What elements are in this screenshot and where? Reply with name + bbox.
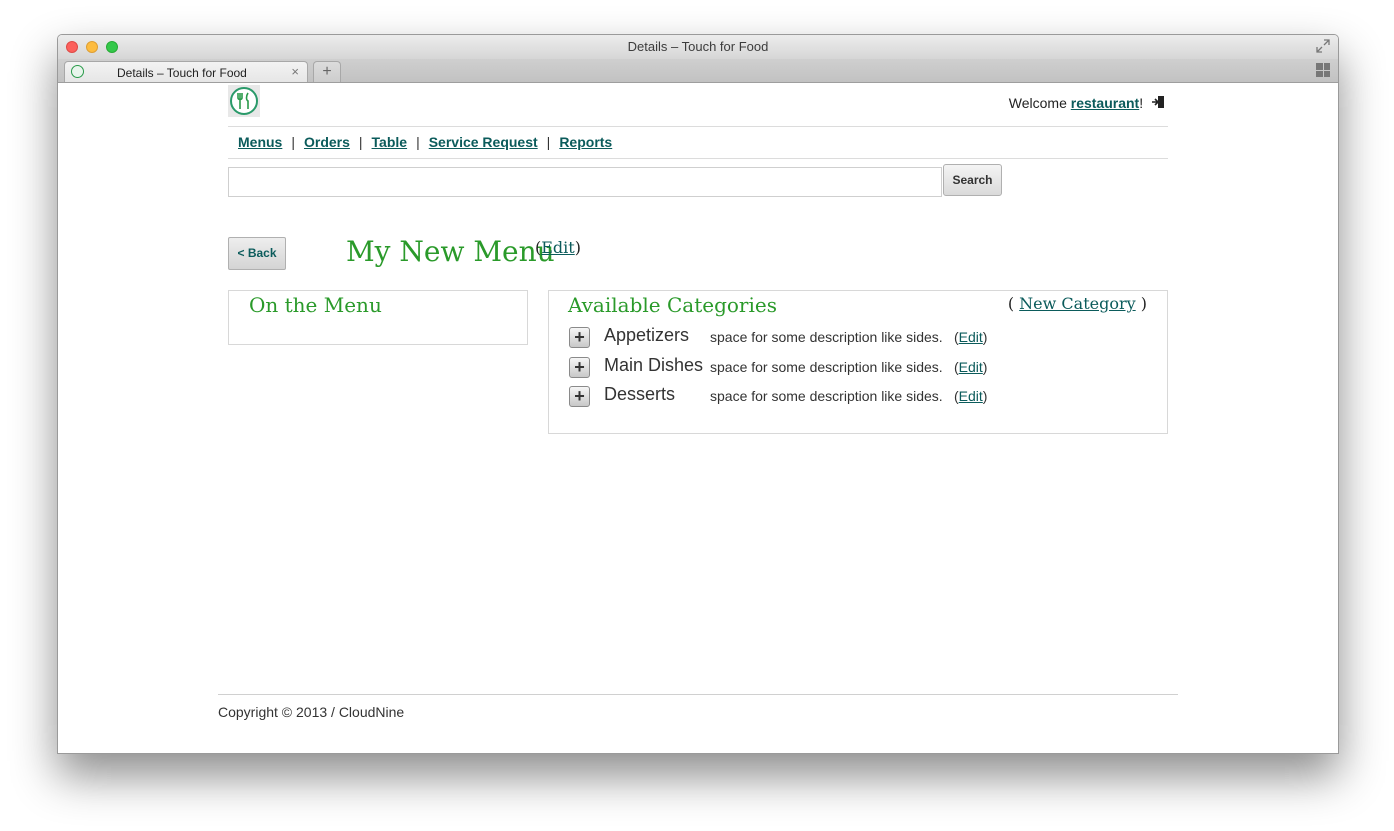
category-description: space for some description like sides. [710, 329, 943, 345]
menu-title: My New Menu [346, 235, 555, 268]
nav-item-orders[interactable]: Orders [304, 134, 350, 150]
welcome-prefix: Welcome [1008, 95, 1071, 111]
window-title: Details – Touch for Food [627, 39, 769, 54]
on-the-menu-heading: On the Menu [249, 293, 382, 317]
nav-divider [228, 158, 1168, 159]
category-name: Desserts [604, 384, 676, 404]
edit-category-link[interactable]: Edit [959, 388, 983, 404]
on-the-menu-panel: On the Menu [228, 290, 528, 345]
browser-window: Details – Touch for Food Details – Touch… [57, 34, 1339, 754]
tab-overview-icon[interactable] [1316, 63, 1330, 77]
available-categories-heading: Available Categories [568, 293, 777, 317]
title-bar: Details – Touch for Food [58, 35, 1338, 59]
paren-close: ) [574, 238, 581, 257]
category-edit: (Edit) [954, 359, 988, 375]
category-row: + Main Dishes space for some description… [569, 355, 1159, 381]
paren-close: ) [1135, 294, 1147, 313]
new-tab-button[interactable]: + [313, 61, 341, 82]
menu-edit: (Edit) [535, 238, 581, 257]
main-nav: Menus | Orders | Table | Service Request | Repor… [238, 134, 612, 150]
welcome-suffix: ! [1139, 95, 1144, 111]
fullscreen-icon[interactable] [1316, 39, 1330, 53]
available-categories-panel: Available Categories ( New Category ) + … [548, 290, 1168, 434]
username-link[interactable]: restaurant [1071, 95, 1139, 111]
nav-item-reports[interactable]: Reports [559, 134, 612, 150]
search-button[interactable]: Search [943, 164, 1002, 196]
minimize-window-button[interactable] [86, 41, 98, 53]
fork-knife-logo-icon[interactable] [228, 85, 260, 117]
category-row: + Appetizers space for some description … [569, 325, 1159, 351]
footer-copyright: Copyright © 2013 / CloudNine [218, 704, 405, 720]
add-category-plus-icon[interactable]: + [569, 327, 590, 348]
category-name: Appetizers [604, 325, 690, 345]
category-row: + Desserts space for some description li… [569, 384, 1159, 410]
browser-tab-active[interactable]: Details – Touch for Food × [64, 61, 308, 82]
tab-close-icon[interactable]: × [291, 64, 299, 79]
category-name: Main Dishes [604, 355, 704, 375]
zoom-window-button[interactable] [106, 41, 118, 53]
header-divider [228, 126, 1168, 127]
search-input[interactable] [228, 167, 942, 197]
close-window-button[interactable] [66, 41, 78, 53]
paren-open: ( [1007, 294, 1020, 313]
nav-separator: | [358, 134, 363, 150]
category-description: space for some description like sides. [710, 388, 943, 404]
add-category-plus-icon[interactable]: + [569, 386, 590, 407]
favicon-icon [71, 65, 84, 78]
back-button[interactable]: < Back [228, 237, 286, 270]
tab-bar: Details – Touch for Food × + [58, 59, 1338, 83]
nav-separator: | [546, 134, 551, 150]
page-content: Welcome restaurant! Menus | Orders | Table | S… [58, 83, 1338, 753]
welcome-message: Welcome restaurant! [1009, 95, 1165, 111]
nav-item-table[interactable]: Table [372, 134, 408, 150]
tab-title: Details – Touch for Food [117, 66, 247, 80]
category-description: space for some description like sides. [710, 359, 943, 375]
add-category-plus-icon[interactable]: + [569, 357, 590, 378]
nav-item-menus[interactable]: Menus [238, 134, 282, 150]
new-category-link[interactable]: New Category [1019, 294, 1136, 313]
category-edit: (Edit) [954, 329, 988, 345]
footer-divider [218, 694, 1178, 695]
nav-separator: | [416, 134, 420, 150]
new-category: ( New Category ) [1008, 294, 1147, 313]
edit-menu-link[interactable]: Edit [541, 238, 574, 257]
logout-icon[interactable] [1151, 95, 1165, 109]
edit-category-link[interactable]: Edit [959, 329, 983, 345]
edit-category-link[interactable]: Edit [959, 359, 983, 375]
nav-separator: | [291, 134, 295, 150]
category-edit: (Edit) [954, 388, 988, 404]
nav-item-service-request[interactable]: Service Request [429, 134, 538, 150]
